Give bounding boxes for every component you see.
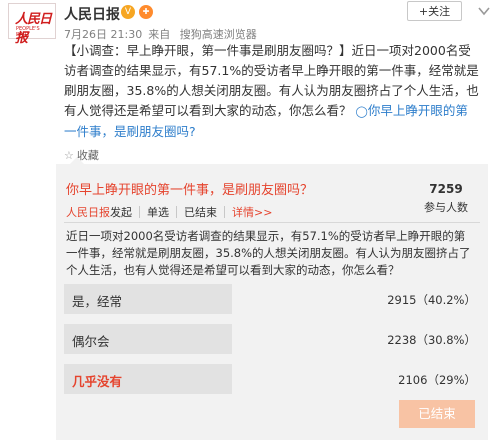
ended-button: 已结束 <box>399 400 475 428</box>
avatar[interactable]: 人民日报 PEOPLE'S DAILY <box>8 3 56 46</box>
divider <box>139 206 140 218</box>
participant-count-label: 参与人数 <box>424 201 468 214</box>
vip-badge-icon: ✚ <box>139 5 153 19</box>
vote-option: 几乎没有 2106（29%） <box>64 364 484 394</box>
vote-option-box: 几乎没有 <box>64 364 232 394</box>
divider <box>176 206 177 218</box>
vote-option-label: 几乎没有 <box>72 374 123 389</box>
avatar-logo-subtext: PEOPLE'S DAILY <box>16 26 40 38</box>
vote-option: 偶尔会 2238（30.8%） <box>64 324 484 354</box>
vote-publisher-suffix: 发起 <box>110 206 132 219</box>
detail-link[interactable]: 详情>> <box>232 204 272 220</box>
participant-count: 7259 <box>429 182 463 196</box>
vote-option-label: 偶尔会 <box>72 334 110 349</box>
verified-badge-icon: V <box>121 5 135 19</box>
follow-button[interactable]: +关注 <box>407 1 462 21</box>
vote-type: 单选 <box>147 206 169 219</box>
chevron-down-icon[interactable] <box>476 4 492 18</box>
divider <box>64 222 480 223</box>
vote-info: 人民日报 发起 单选 已结束 详情>> <box>66 204 272 220</box>
vote-description: 近日一项对2000名受访者调查的结果显示，有57.1%的受访者早上睁开眼的第一件… <box>66 229 471 277</box>
post-time[interactable]: 7月26日 21:30 <box>64 28 142 41</box>
vote-publisher[interactable]: 人民日报 <box>66 204 110 220</box>
vote-option-result: 2915（40.2%） <box>387 293 476 307</box>
vote-option-box: 是，经常 <box>64 284 232 314</box>
weibo-post: 人民日报 PEOPLE'S DAILY 人民日报 V ✚ 7月26日 21:30… <box>0 0 500 445</box>
vote-option-label: 是，经常 <box>72 294 123 309</box>
vote-option-box: 偶尔会 <box>64 324 232 354</box>
vote-option-result: 2106（29%） <box>398 373 476 387</box>
post-text: 【小调查：早上睁开眼，第一件事是刷朋友圈吗？】近日一项对2000名受访者调查的结… <box>64 41 480 142</box>
vote-option: 是，经常 2915（40.2%） <box>64 284 484 314</box>
link-icon: ◯ <box>355 105 368 118</box>
post-source[interactable]: 搜狗高速浏览器 <box>180 28 257 41</box>
source-prefix: 来自 <box>148 28 171 41</box>
post-topic[interactable]: 【小调查：早上睁开眼，第一件事是刷朋友圈吗？】 <box>64 43 352 58</box>
divider <box>224 206 225 218</box>
vote-title[interactable]: 你早上睁开眼的第一件事，是刷朋友圈吗？ <box>66 179 313 198</box>
vote-card: 你早上睁开眼的第一件事，是刷朋友圈吗？ 人民日报 发起 单选 已结束 详情>> … <box>56 157 488 440</box>
vote-option-result: 2238（30.8%） <box>387 333 476 347</box>
post-meta: 7月26日 21:30 来自 搜狗高速浏览器 <box>64 26 263 42</box>
vote-status: 已结束 <box>184 206 217 219</box>
user-name[interactable]: 人民日报 <box>64 4 120 24</box>
